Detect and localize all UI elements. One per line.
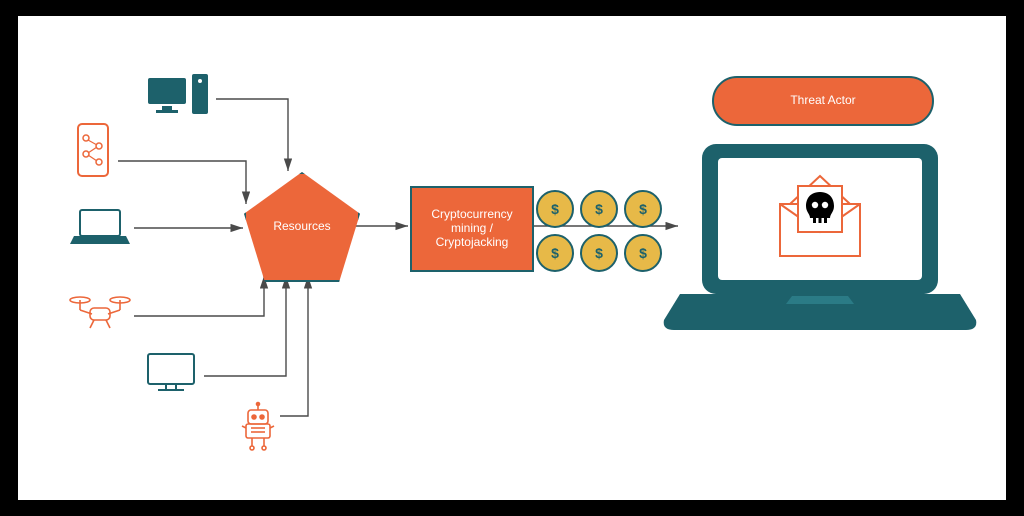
mining-node: Cryptocurrency mining / Cryptojacking [410, 186, 534, 272]
robot-icon [242, 403, 274, 451]
desktop-icon [148, 74, 208, 114]
laptop-icon [70, 210, 130, 244]
coin-symbol: $ [595, 245, 603, 261]
monitor-icon [148, 354, 194, 390]
coin-symbol: $ [639, 201, 647, 217]
resources-label: Resources [273, 220, 330, 234]
threat-actor-label: Threat Actor [790, 94, 855, 108]
threat-laptop-icon [664, 144, 977, 330]
diagram-canvas: Resources Cryptocurrency mining / Crypto… [18, 16, 1006, 500]
coin-icon: $ [536, 234, 574, 272]
coin-symbol: $ [595, 201, 603, 217]
coin-symbol: $ [551, 201, 559, 217]
coin-symbol: $ [551, 245, 559, 261]
threat-actor-node: Threat Actor [712, 76, 934, 126]
coin-icon: $ [580, 234, 618, 272]
smartphone-icon [78, 124, 108, 176]
coin-symbol: $ [639, 245, 647, 261]
coin-icon: $ [624, 234, 662, 272]
drone-icon [70, 297, 130, 328]
coin-icon: $ [580, 190, 618, 228]
coin-icon: $ [624, 190, 662, 228]
mining-label: Cryptocurrency mining / Cryptojacking [414, 208, 530, 249]
coin-icon: $ [536, 190, 574, 228]
